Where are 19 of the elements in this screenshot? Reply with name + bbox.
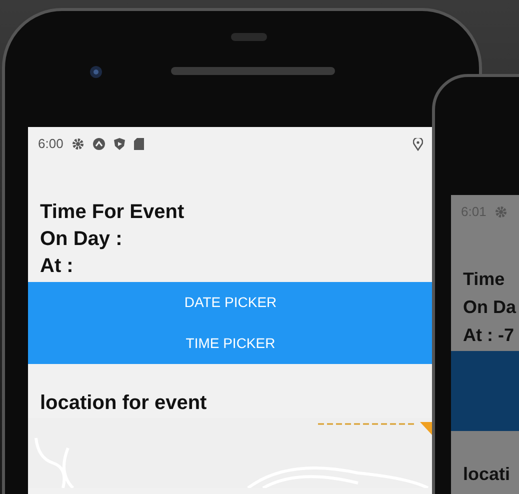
- picker-button[interactable]: TIME PICKER: [28, 323, 433, 364]
- location-pin-icon: [413, 138, 423, 150]
- shield-icon: [114, 138, 126, 150]
- gear-icon: [495, 206, 508, 218]
- section-title: locati: [462, 463, 512, 486]
- day-label: On Day :: [39, 227, 124, 252]
- screen-title: Time For Event: [39, 200, 186, 225]
- gear-icon: [72, 138, 84, 150]
- time-label: At :: [39, 254, 74, 279]
- screen-title: Time: [462, 268, 506, 291]
- time-label: At : -7: [462, 324, 515, 347]
- status-time: 6:00: [38, 135, 64, 154]
- sd-card-icon: [134, 138, 144, 150]
- camera-icon: [89, 65, 103, 79]
- day-label: On Da: [462, 296, 518, 319]
- section-title: location for event: [39, 391, 208, 416]
- earpiece-drawing: [231, 33, 267, 41]
- circle-icon: [93, 138, 106, 150]
- picker-button[interactable]: DATE PICKER: [28, 282, 433, 323]
